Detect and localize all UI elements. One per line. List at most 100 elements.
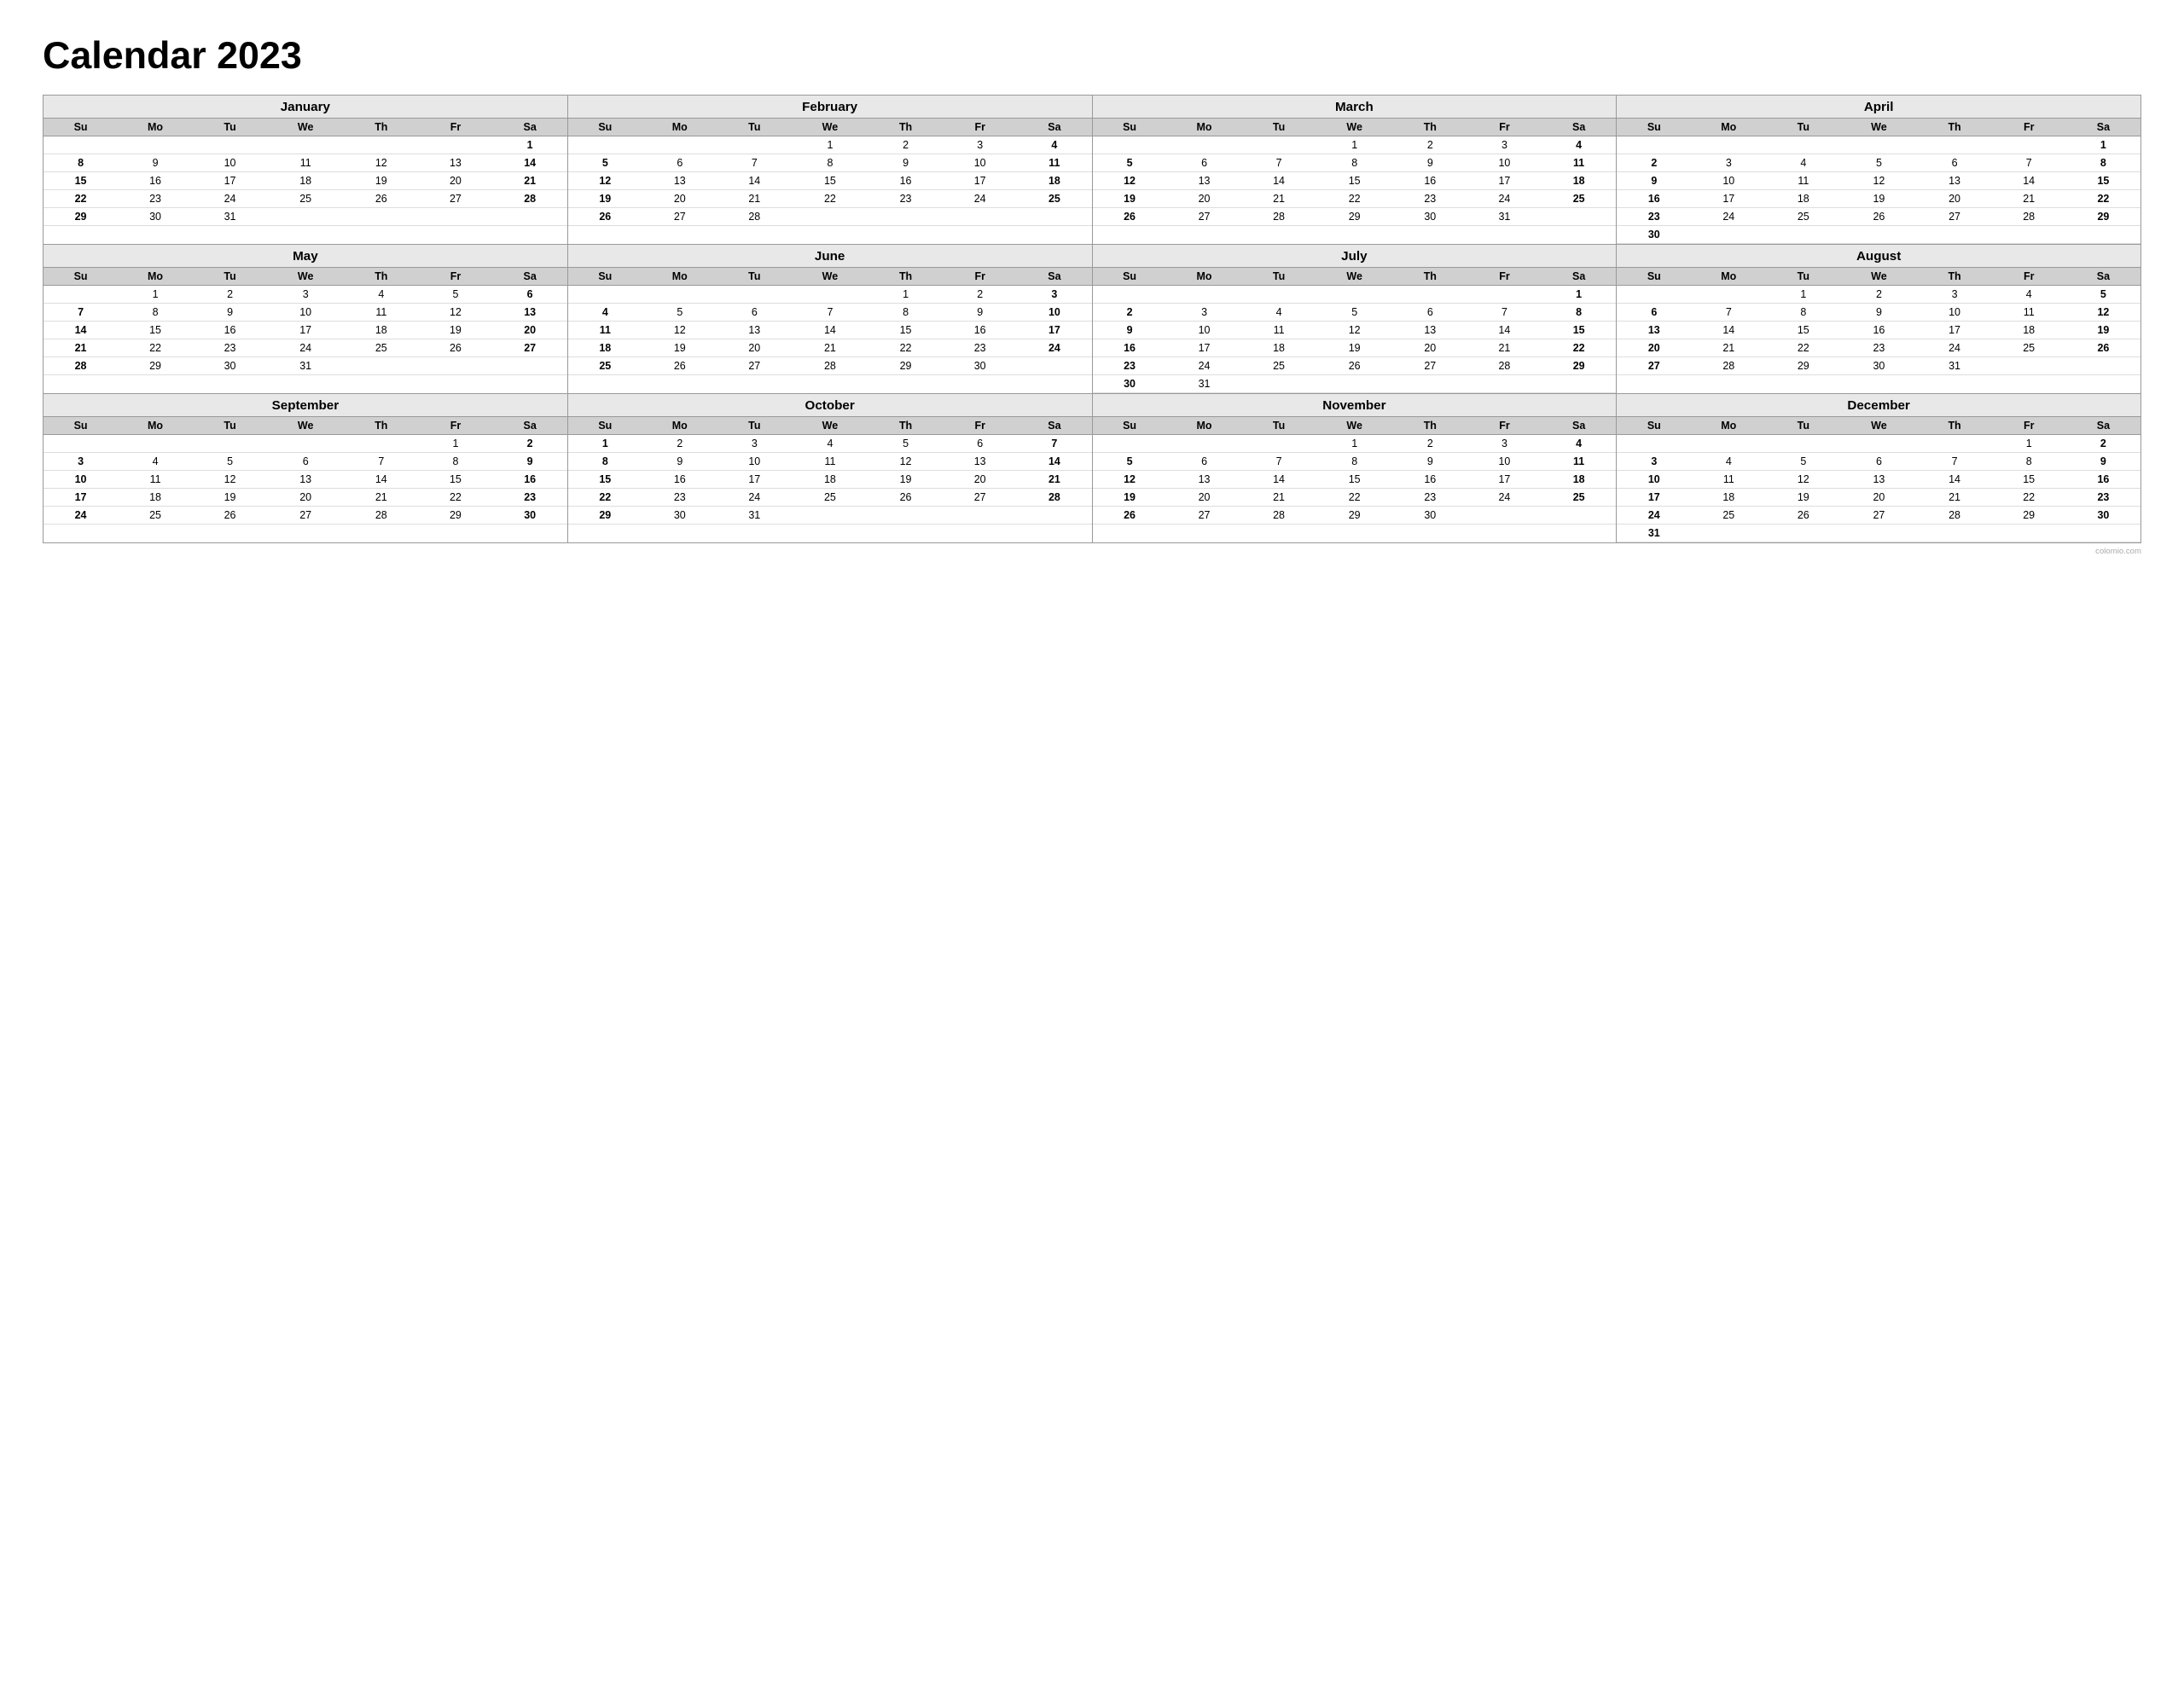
day-cell: 1: [493, 136, 567, 154]
day-cell: 19: [344, 172, 418, 190]
day-cell: 27: [943, 489, 1017, 507]
day-cell: [642, 286, 717, 304]
day-cell: 23: [1093, 357, 1167, 375]
week-row: 2345678: [1617, 154, 2140, 172]
day-cell: 4: [1241, 304, 1316, 322]
day-cell: 7: [792, 304, 868, 322]
day-cell: 28: [1992, 208, 2066, 226]
day-cell: 17: [1467, 471, 1542, 489]
day-cell: 31: [1617, 525, 1691, 542]
day-header-mo: Mo: [1691, 268, 1766, 286]
day-cell: 5: [193, 453, 267, 471]
day-cell: 15: [44, 172, 118, 190]
month-title-november: November: [1093, 394, 1617, 416]
day-header-fr: Fr: [418, 417, 492, 435]
day-header-sa: Sa: [1017, 268, 1091, 286]
week-row: 1234: [1093, 435, 1617, 453]
week-row: 1234567: [568, 435, 1092, 453]
day-cell: 27: [1617, 357, 1691, 375]
day-cell: 11: [267, 154, 344, 172]
month-april: AprilSuMoTuWeThFrSa123456789101112131415…: [1617, 96, 2141, 245]
day-cell: [1691, 286, 1766, 304]
day-cell: 17: [1617, 489, 1691, 507]
day-cell: 27: [1167, 208, 1242, 226]
day-cell: 2: [943, 286, 1017, 304]
day-cell: 6: [267, 453, 344, 471]
day-header-fr: Fr: [418, 268, 492, 286]
day-cell: 20: [642, 190, 717, 208]
day-cell: [1691, 525, 1766, 542]
day-cell: 27: [418, 190, 492, 208]
day-cell: [267, 136, 344, 154]
day-cell: 4: [1766, 154, 1840, 172]
day-header-tu: Tu: [1766, 268, 1840, 286]
day-cell: 12: [1766, 471, 1840, 489]
day-cell: 31: [1917, 357, 1991, 375]
day-cell: 28: [717, 208, 792, 226]
day-cell: 1: [1992, 435, 2066, 453]
day-cell: 28: [344, 507, 418, 525]
day-cell: 25: [1766, 208, 1840, 226]
day-header-we: We: [1840, 119, 1917, 136]
week-row: 11121314151617: [568, 322, 1092, 339]
day-header-su: Su: [44, 119, 118, 136]
day-cell: 22: [1766, 339, 1840, 357]
day-header-su: Su: [44, 268, 118, 286]
day-cell: 3: [1017, 286, 1091, 304]
day-cell: 30: [1840, 357, 1917, 375]
day-cell: 26: [1093, 507, 1167, 525]
week-row: 123456: [44, 286, 567, 304]
day-cell: 24: [193, 190, 267, 208]
day-cell: 21: [1017, 471, 1091, 489]
day-header-we: We: [267, 417, 344, 435]
week-row: 891011121314: [568, 453, 1092, 471]
day-header-we: We: [792, 268, 868, 286]
day-cell: 7: [1917, 453, 1991, 471]
day-cell: 13: [1617, 322, 1691, 339]
day-cell: 19: [1766, 489, 1840, 507]
month-title-september: September: [44, 394, 567, 416]
day-header-su: Su: [44, 417, 118, 435]
day-cell: 20: [717, 339, 792, 357]
day-cell: [193, 435, 267, 453]
day-header-fr: Fr: [943, 268, 1017, 286]
day-cell: 10: [1017, 304, 1091, 322]
day-header-mo: Mo: [642, 268, 717, 286]
day-cell: 19: [868, 471, 943, 489]
day-header-we: We: [267, 268, 344, 286]
day-header-mo: Mo: [118, 119, 193, 136]
day-cell: 23: [493, 489, 567, 507]
day-cell: 17: [1691, 190, 1766, 208]
week-row: 17181920212223: [44, 489, 567, 507]
month-june: JuneSuMoTuWeThFrSa1234567891011121314151…: [568, 245, 1093, 394]
day-cell: [1917, 226, 1991, 244]
week-row: 21222324252627: [44, 339, 567, 357]
day-cell: 12: [868, 453, 943, 471]
day-header-tu: Tu: [1241, 268, 1316, 286]
day-cell: 5: [868, 435, 943, 453]
day-cell: 27: [642, 208, 717, 226]
day-cell: [44, 435, 118, 453]
month-title-april: April: [1617, 96, 2140, 118]
day-header-th: Th: [868, 417, 943, 435]
day-cell: 14: [1241, 471, 1316, 489]
day-cell: 20: [1167, 489, 1242, 507]
day-cell: 25: [1017, 190, 1091, 208]
day-header-mo: Mo: [1691, 119, 1766, 136]
month-may: MaySuMoTuWeThFrSa12345678910111213141516…: [44, 245, 568, 394]
day-cell: 25: [1992, 339, 2066, 357]
day-cell: [118, 435, 193, 453]
day-cell: 27: [493, 339, 567, 357]
day-cell: [792, 286, 868, 304]
day-cell: 2: [493, 435, 567, 453]
day-cell: 14: [344, 471, 418, 489]
month-march: MarchSuMoTuWeThFrSa123456789101112131415…: [1093, 96, 1618, 245]
day-cell: [344, 435, 418, 453]
day-cell: 30: [1617, 226, 1691, 244]
day-cell: 21: [1917, 489, 1991, 507]
month-table-january: SuMoTuWeThFrSa18910111213141516171819202…: [44, 118, 567, 226]
day-cell: 17: [1017, 322, 1091, 339]
day-header-sa: Sa: [2066, 119, 2140, 136]
day-cell: 20: [267, 489, 344, 507]
day-header-fr: Fr: [1467, 417, 1542, 435]
